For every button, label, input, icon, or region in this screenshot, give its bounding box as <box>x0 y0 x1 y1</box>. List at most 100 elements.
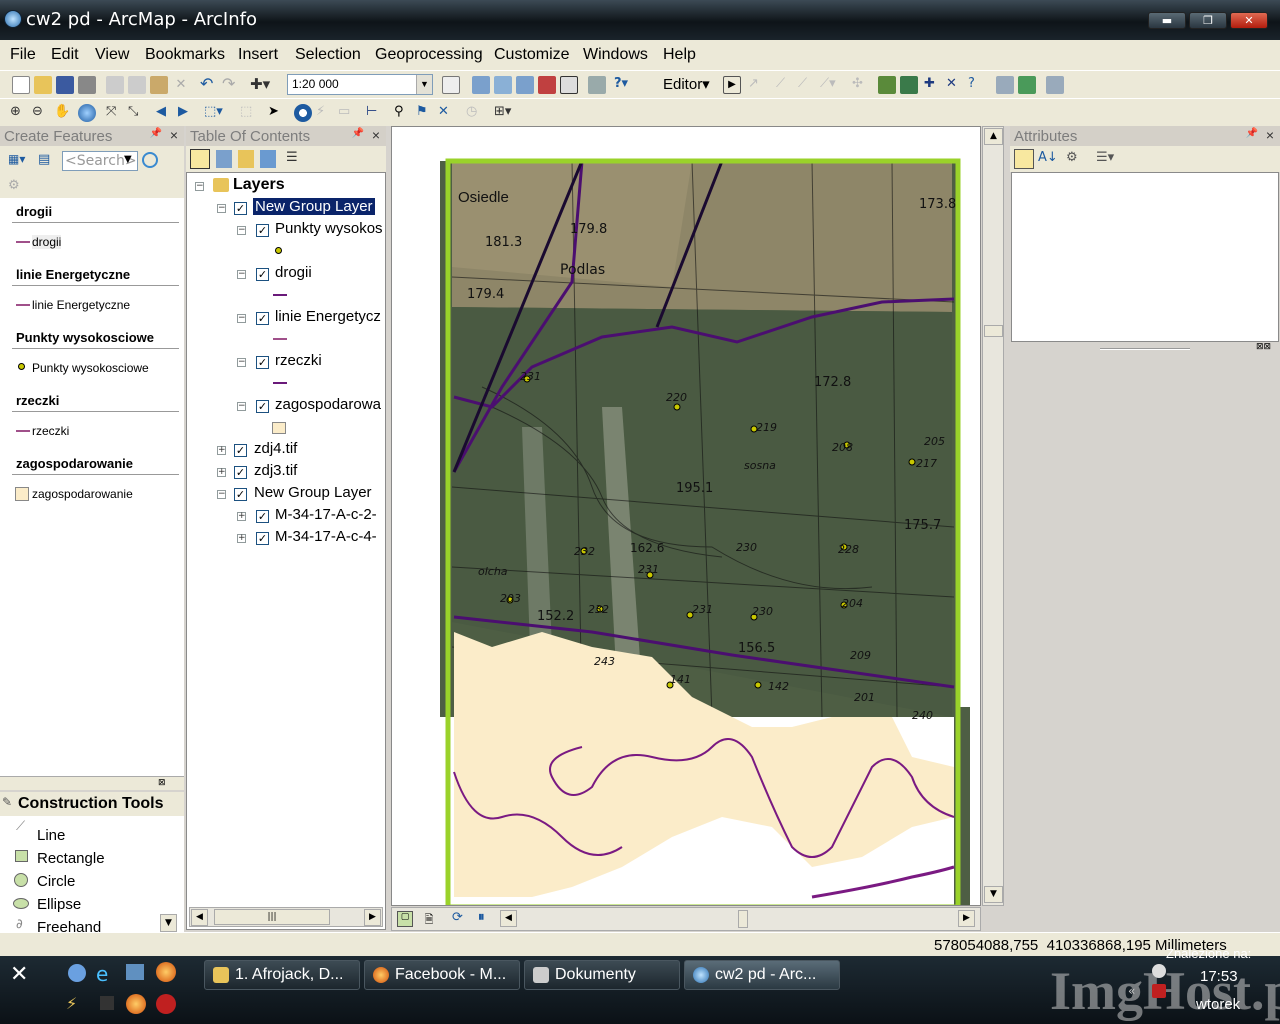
select-features-icon[interactable]: ⬚▾ <box>204 104 223 122</box>
list-by-source-icon[interactable] <box>216 150 232 168</box>
sort-ascending-icon[interactable]: ⊠⊠ <box>1256 342 1271 352</box>
pin-icon[interactable]: 📌 <box>352 128 364 139</box>
menu-selection[interactable]: Selection <box>295 46 361 64</box>
measure-icon[interactable]: ⊢ <box>366 104 384 122</box>
layer-checkbox[interactable]: ✓ <box>256 510 269 523</box>
zoom-in-icon[interactable]: ⊕ <box>10 104 28 122</box>
edit-annotation-icon[interactable]: ↗ <box>748 76 766 94</box>
firefox-icon[interactable] <box>156 962 176 982</box>
toc-window-icon[interactable] <box>472 76 490 94</box>
find-route-icon[interactable]: ⚑ <box>416 104 434 122</box>
endpoint-arc-icon[interactable]: ⟋ <box>798 76 816 94</box>
identify-features-icon[interactable]: ⚙ <box>1066 150 1078 165</box>
expand-icon[interactable]: + <box>237 512 246 521</box>
list-by-drawing-order-icon[interactable] <box>190 149 210 169</box>
template-linie-energetyczne[interactable]: linie Energetyczne <box>32 298 130 312</box>
layer-linie[interactable]: linie Energetycz <box>275 308 381 325</box>
html-popup-icon[interactable]: ▭ <box>338 104 356 122</box>
attributes-options-icon[interactable]: ☰▾ <box>1096 150 1114 165</box>
template-zagospodarowanie[interactable]: zagospodarowanie <box>32 487 133 501</box>
taskbar-button-arcmap[interactable]: cw2 pd - Arc... <box>684 960 840 990</box>
forward-icon[interactable]: ▶ <box>178 104 196 122</box>
whats-this-icon[interactable]: ?▾ <box>614 76 632 94</box>
time-slider-icon[interactable]: ◷ <box>466 104 484 122</box>
layer-checkbox[interactable]: ✓ <box>234 466 247 479</box>
pin-icon[interactable]: 📌 <box>150 128 162 139</box>
tool-circle[interactable]: Circle <box>37 873 75 890</box>
scroll-right-icon[interactable]: ▶ <box>364 909 381 926</box>
layout-view-icon[interactable]: 🗎 <box>421 911 437 927</box>
app-icon[interactable] <box>100 996 114 1010</box>
collapse-icon[interactable]: − <box>237 314 246 323</box>
add-data-icon[interactable]: ✚▾ <box>250 76 270 94</box>
open-folder-icon[interactable] <box>34 76 52 94</box>
layer-zagospodarowanie[interactable]: zagospodarowa <box>275 396 381 413</box>
taskbar-button-music[interactable]: 1. Afrojack, D... <box>204 960 360 990</box>
collapse-icon[interactable]: ⊠ <box>158 778 166 788</box>
layer-checkbox[interactable]: ✓ <box>234 202 247 215</box>
edit-vertices-icon[interactable]: ✣ <box>852 76 870 94</box>
catalog-window-icon[interactable] <box>494 76 512 94</box>
search-icon[interactable] <box>142 152 158 168</box>
expand-icon[interactable]: + <box>217 446 226 455</box>
hyperlink-icon[interactable]: ⚡ <box>316 104 334 122</box>
menu-edit[interactable]: Edit <box>51 46 79 64</box>
full-extent-icon[interactable] <box>78 104 96 122</box>
internet-explorer-icon[interactable]: e <box>96 962 108 986</box>
layer-checkbox[interactable]: ✓ <box>256 356 269 369</box>
scroll-thumb[interactable] <box>738 910 748 928</box>
cut-polygons-icon[interactable] <box>900 76 918 94</box>
menu-file[interactable]: File <box>10 46 36 64</box>
layer-drogii[interactable]: drogii <box>275 264 312 281</box>
layer-zdj3[interactable]: zdj3.tif <box>254 462 297 479</box>
layer-m34-c2[interactable]: M-34-17-A-c-2- <box>275 506 377 523</box>
volume-icon[interactable] <box>1152 964 1166 978</box>
layers-root[interactable]: Layers <box>233 176 285 194</box>
straight-segment-icon[interactable]: ⟋ <box>776 76 794 94</box>
attributes-icon[interactable]: ? <box>968 76 986 94</box>
layer-checkbox[interactable]: ✓ <box>256 532 269 545</box>
data-view-icon[interactable]: ▢ <box>397 911 413 927</box>
fixed-zoom-in-icon[interactable]: ⤧ <box>106 104 124 122</box>
trace-icon[interactable]: ⟋▾ <box>820 76 838 94</box>
scroll-left-icon[interactable]: ◀ <box>191 909 208 926</box>
layer-m34-c4[interactable]: M-34-17-A-c-4- <box>275 528 377 545</box>
search-window-icon[interactable] <box>516 76 534 94</box>
sketch-properties-icon[interactable] <box>996 76 1014 94</box>
pause-drawing-icon[interactable]: ⏸ <box>478 910 494 926</box>
back-icon[interactable]: ◀ <box>156 104 174 122</box>
layer-zdj4[interactable]: zdj4.tif <box>254 440 297 457</box>
cut-icon[interactable] <box>106 76 124 94</box>
layer-checkbox[interactable]: ✓ <box>234 488 247 501</box>
reshape-icon[interactable] <box>878 76 896 94</box>
layer-checkbox[interactable]: ✓ <box>234 444 247 457</box>
new-document-icon[interactable] <box>12 76 30 94</box>
start-icon[interactable]: ✕ <box>10 962 40 988</box>
split-icon[interactable]: ✚ <box>924 76 942 94</box>
find-icon[interactable]: ⚲ <box>394 104 412 122</box>
organize-templates-icon[interactable]: ▦▾ <box>8 152 34 170</box>
edit-tool-icon[interactable]: ▶ <box>723 76 741 94</box>
arctoolbox-icon[interactable] <box>538 76 556 94</box>
sort-icon[interactable]: A↓ <box>1038 150 1058 165</box>
scroll-thumb[interactable] <box>984 325 1003 337</box>
editor-menu[interactable]: Editor▾ <box>663 75 710 93</box>
zoom-out-icon[interactable]: ⊖ <box>32 104 50 122</box>
menu-insert[interactable]: Insert <box>238 46 278 64</box>
print-icon[interactable] <box>78 76 96 94</box>
show-desktop-icon[interactable] <box>126 964 144 980</box>
rotate-icon[interactable]: ✕ <box>946 76 964 94</box>
template-rzeczki[interactable]: rzeczki <box>32 424 69 438</box>
delete-icon[interactable]: ✕ <box>172 76 190 94</box>
collapse-icon[interactable]: − <box>237 270 246 279</box>
select-elements-icon[interactable]: ➤ <box>268 104 286 122</box>
close-button[interactable]: ✕ <box>1230 12 1268 29</box>
menu-geoprocessing[interactable]: Geoprocessing <box>375 46 483 64</box>
python-window-icon[interactable] <box>560 76 578 94</box>
chevron-down-icon[interactable]: ▼ <box>416 75 432 94</box>
collapse-icon[interactable]: − <box>217 490 226 499</box>
collapse-icon[interactable]: − <box>217 204 226 213</box>
layer-checkbox[interactable]: ✓ <box>256 268 269 281</box>
taskbar-button-facebook[interactable]: Facebook - M... <box>364 960 520 990</box>
network-icon[interactable] <box>1152 984 1166 998</box>
